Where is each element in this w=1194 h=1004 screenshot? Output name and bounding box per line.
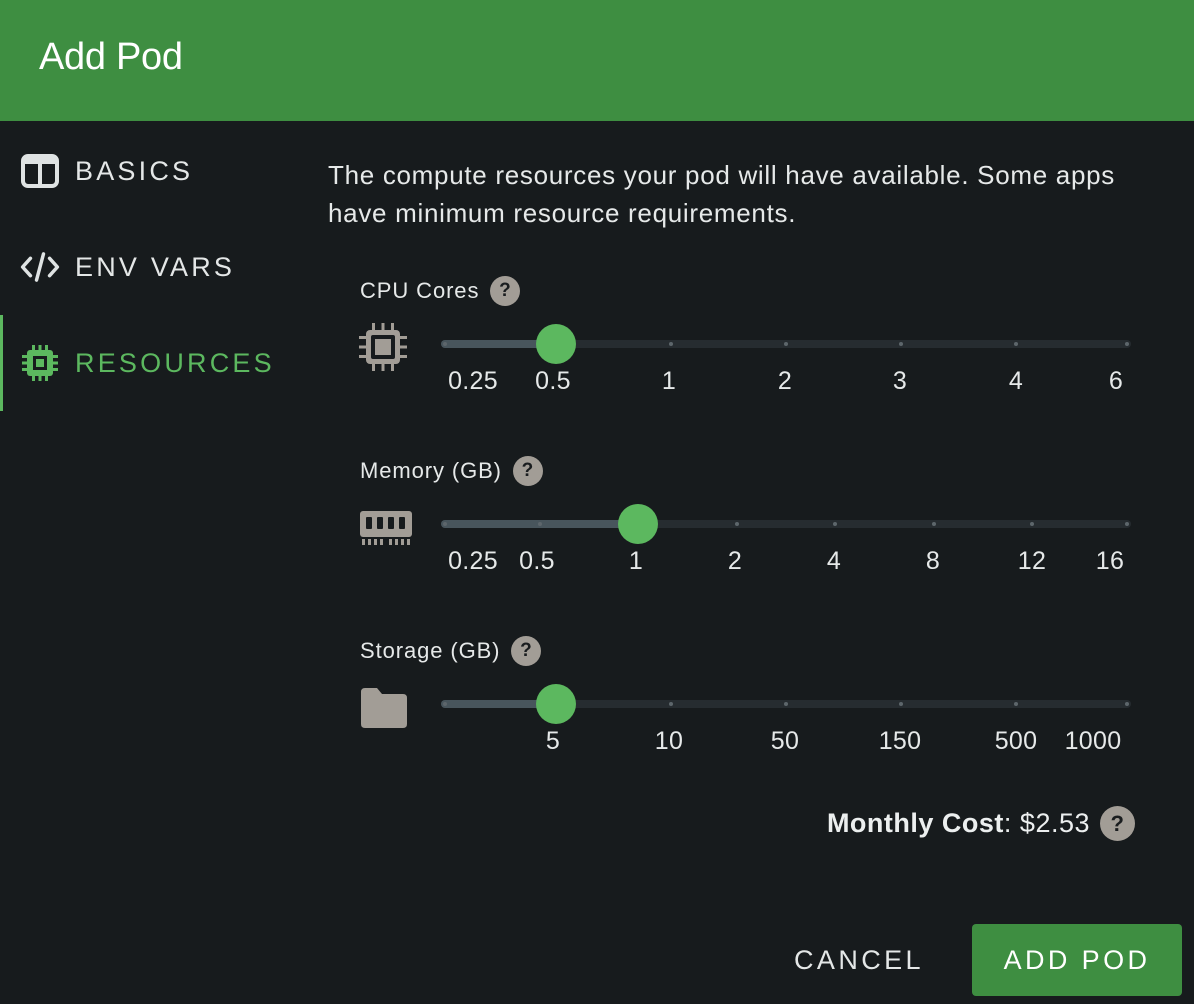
cpu-tick-label: 6 xyxy=(1108,367,1124,395)
cpu-slider-mark xyxy=(668,342,673,346)
memory-slider-mark xyxy=(931,522,936,526)
cpu-slider-mark xyxy=(1013,342,1018,346)
cpu-label-text: CPU Cores xyxy=(360,278,480,303)
memory-tick-label: 16 xyxy=(1095,547,1125,575)
folder-icon xyxy=(358,686,410,735)
storage-label-text: Storage (GB) xyxy=(360,638,501,663)
cpu-tick-label: 2 xyxy=(777,367,793,395)
cpu-help-icon[interactable]: ? xyxy=(490,276,521,306)
memory-tick-label: 12 xyxy=(1017,547,1047,575)
storage-help-icon[interactable]: ? xyxy=(511,636,542,666)
memory-icon xyxy=(358,508,414,553)
storage-label: Storage (GB) ? xyxy=(360,636,542,666)
memory-slider-mark xyxy=(734,522,739,526)
storage-tick-label: 50 xyxy=(770,727,800,755)
storage-slider-mark xyxy=(668,702,673,706)
storage-slider[interactable] xyxy=(441,679,1131,729)
sidebar-item-basics[interactable]: BASICS xyxy=(0,123,300,219)
memory-slider-mark xyxy=(443,522,447,526)
cpu-slider-mark xyxy=(899,342,904,346)
memory-slider[interactable] xyxy=(441,499,1131,549)
cpu-icon xyxy=(358,322,408,377)
monthly-cost-label: Monthly Cost xyxy=(826,808,1004,838)
cancel-button[interactable]: CANCEL xyxy=(776,924,942,996)
memory-tick-label: 8 xyxy=(925,547,941,575)
sidebar-item-label: ENV VARS xyxy=(75,251,236,282)
storage-slider-mark xyxy=(443,702,447,706)
memory-slider-thumb[interactable] xyxy=(618,504,659,544)
cpu-tick-label: 4 xyxy=(1008,367,1024,395)
cpu-label: CPU Cores ? xyxy=(360,276,521,306)
monthly-cost-value: : $2.53 xyxy=(1003,808,1090,838)
memory-help-icon[interactable]: ? xyxy=(512,456,543,486)
cpu-slider-mark xyxy=(443,342,447,346)
cpu-slider-mark xyxy=(784,342,788,346)
storage-tick-label: 5 xyxy=(545,727,561,755)
cpu-tick-label: 3 xyxy=(892,367,908,395)
dialog-header: Add Pod xyxy=(0,0,1194,121)
memory-tick-label: 2 xyxy=(727,547,743,575)
chip-icon xyxy=(20,343,60,383)
memory-tick-label: 0.5 xyxy=(519,547,555,575)
cpu-tick-label: 0.5 xyxy=(535,367,571,395)
sidebar-item-label: BASICS xyxy=(75,155,194,186)
sidebar-item-resources[interactable]: RESOURCES xyxy=(0,315,300,411)
storage-slider-mark xyxy=(1125,702,1129,706)
resources-description: The compute resources your pod will have… xyxy=(328,160,1115,228)
columns-icon xyxy=(20,151,60,191)
cpu-slider[interactable] xyxy=(441,319,1131,369)
storage-slider-thumb[interactable] xyxy=(536,684,577,724)
storage-slider-mark xyxy=(1013,702,1018,706)
storage-tick-label: 150 xyxy=(878,727,922,755)
cost-help-icon[interactable]: ? xyxy=(1100,806,1135,841)
cpu-slider-thumb[interactable] xyxy=(536,324,577,364)
memory-label-text: Memory (GB) xyxy=(360,458,502,483)
memory-tick-label: 0.25 xyxy=(448,547,498,575)
monthly-cost: Monthly Cost : $2.53 ? xyxy=(827,806,1135,841)
memory-tick-label: 1 xyxy=(628,547,644,575)
memory-slider-mark xyxy=(537,522,542,526)
add-pod-button[interactable]: ADD POD xyxy=(972,924,1182,996)
sidebar-item-env-vars[interactable]: ENV VARS xyxy=(0,219,300,315)
memory-label: Memory (GB) ? xyxy=(360,456,543,486)
storage-tick-label: 500 xyxy=(994,727,1038,755)
cpu-tick-label: 0.25 xyxy=(448,367,498,395)
memory-slider-mark xyxy=(1125,522,1129,526)
storage-slider-mark xyxy=(899,702,904,706)
storage-tick-label: 10 xyxy=(654,727,684,755)
cpu-slider-mark xyxy=(1125,342,1129,346)
storage-slider-mark xyxy=(784,702,788,706)
cpu-tick-label: 1 xyxy=(661,367,677,395)
sidebar-item-label: RESOURCES xyxy=(75,347,275,378)
storage-tick-label: 1000 xyxy=(1064,727,1122,755)
memory-tick-label: 4 xyxy=(826,547,842,575)
code-icon xyxy=(20,247,60,287)
dialog-title: Add Pod xyxy=(39,36,183,78)
